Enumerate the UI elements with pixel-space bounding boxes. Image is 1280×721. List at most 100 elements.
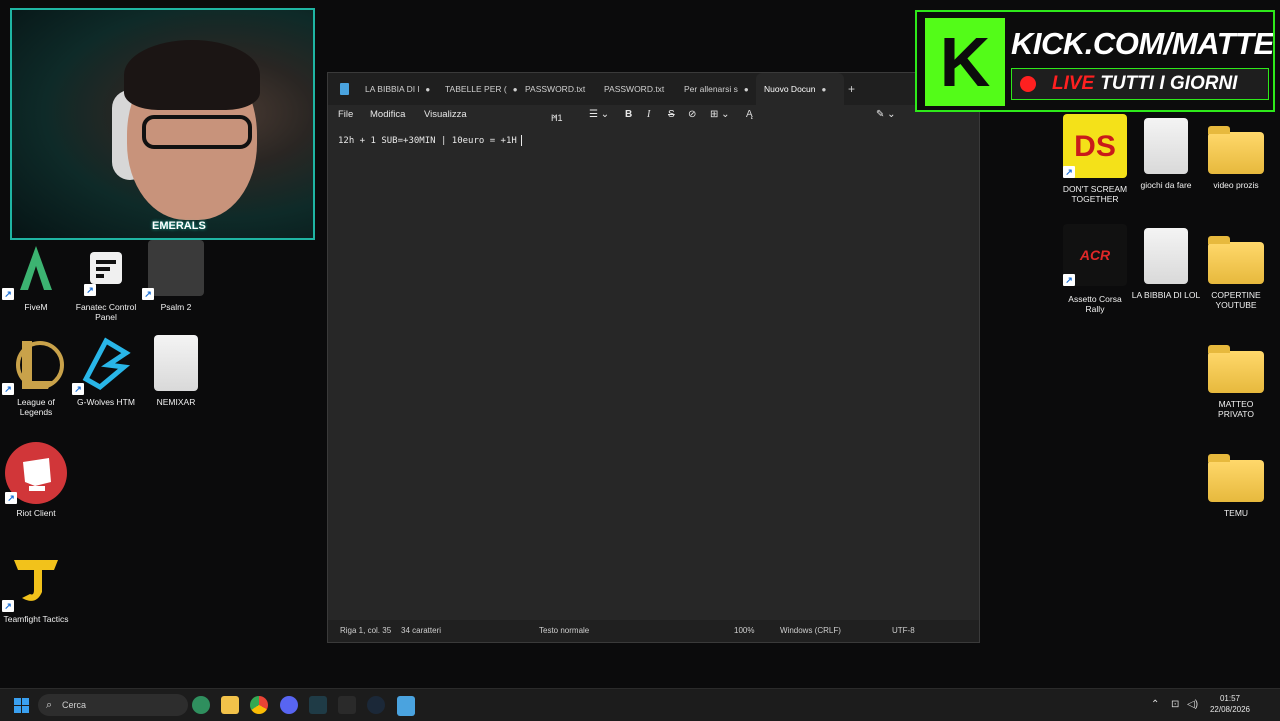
file-icon: [1144, 118, 1188, 174]
desktop-icon-label: TEMU: [1223, 508, 1249, 518]
folder-icon: [1208, 126, 1264, 174]
live-dot-icon: [1020, 76, 1036, 92]
desktop-icon-tft[interactable]: ↗ Teamfight Tactics: [0, 552, 72, 624]
gwolves-icon: ↗: [72, 335, 134, 395]
text-editor[interactable]: 12h + 1 SUB=+30MIN | 10euro = +1H: [328, 127, 979, 620]
resolve-icon[interactable]: [338, 696, 356, 714]
desktop-folder-video-prozis[interactable]: video prozis: [1200, 118, 1272, 190]
tab-nuovo-documento[interactable]: Nuovo Docun ●: [756, 73, 844, 105]
chrome-icon[interactable]: [250, 696, 268, 714]
status-text-style[interactable]: Testo normale: [539, 626, 589, 635]
discord-icon[interactable]: [280, 696, 298, 714]
desktop-icon-gwolves[interactable]: ↗ G-Wolves HTM: [70, 335, 142, 407]
desktop-icon-label: video prozis: [1213, 180, 1259, 190]
copilot-taskbar-icon[interactable]: [192, 696, 210, 714]
desktop-icon-fivem[interactable]: ↗ FiveM: [0, 240, 72, 312]
app-icon[interactable]: [309, 696, 327, 714]
menu-modifica[interactable]: Modifica: [370, 109, 405, 120]
clear-format-icon[interactable]: Ą: [746, 109, 753, 120]
fanatec-icon: ↗: [84, 252, 122, 296]
system-clock[interactable]: 01:57 22/08/2026: [1204, 693, 1256, 715]
status-zoom[interactable]: 100%: [734, 626, 754, 635]
folder-icon: [1208, 236, 1264, 284]
copilot-icon[interactable]: ✎ ⌄: [876, 109, 896, 120]
desktop-icon-label: Teamfight Tactics: [3, 614, 69, 624]
table-icon[interactable]: ⊞ ⌄: [710, 109, 730, 120]
file-explorer-icon[interactable]: [221, 696, 239, 714]
status-line-ending[interactable]: Windows (CRLF): [780, 626, 841, 635]
taskbar-search[interactable]: ⌕ Cerca: [38, 694, 188, 716]
desktop-icon-label: MATTEO PRIVATO: [1218, 399, 1254, 419]
tft-icon: ↗: [2, 552, 64, 612]
desktop-folder-matteo-privato[interactable]: MATTEO PRIVATO: [1200, 337, 1272, 419]
network-icon[interactable]: ⊡: [1171, 699, 1179, 710]
clock-date: 22/08/2026: [1209, 705, 1251, 714]
banner-url: KICK.COM/MATTEOHS: [1011, 26, 1274, 61]
psalm-icon: ↗: [142, 240, 204, 300]
text-caret: [520, 135, 522, 146]
notepad-taskbar-icon[interactable]: [397, 696, 415, 716]
link-icon[interactable]: ⊘: [688, 109, 696, 120]
desktop-icon-label: NEMIXAR: [156, 397, 196, 407]
list-icon[interactable]: ☰ ⌄: [589, 109, 609, 120]
tab-password-1[interactable]: PASSWORD.txt: [525, 73, 597, 105]
desktop-icon-psalm[interactable]: ↗ Psalm 2: [140, 240, 212, 312]
search-placeholder: Cerca: [62, 700, 87, 710]
steam-icon[interactable]: [367, 696, 385, 714]
modified-dot-icon: ●: [743, 85, 749, 94]
desktop-icon-assetto[interactable]: ACR ↗ Assetto Corsa Rally: [1058, 224, 1132, 314]
menu-visualizza[interactable]: Visualizza: [424, 109, 467, 120]
desktop-icon-giochi[interactable]: giochi da fare: [1130, 118, 1202, 190]
desktop-icon-fanatec[interactable]: ↗ Fanatec Control Panel: [70, 240, 142, 322]
tab-bibbia[interactable]: LA BIBBIA DI l ●: [365, 73, 437, 105]
emerals-badge: EMERALS: [152, 220, 206, 232]
desktop-icon-league[interactable]: ↗ League of Legends: [0, 335, 72, 417]
desktop-icon-label: Assetto Corsa Rally: [1068, 294, 1122, 314]
desktop-icon-riot[interactable]: ↗ Riot Client: [0, 442, 72, 518]
desktop-icon-label: Fanatec Control Panel: [75, 302, 137, 322]
editor-content[interactable]: 12h + 1 SUB=+30MIN | 10euro = +1H: [338, 135, 522, 146]
status-encoding[interactable]: UTF-8: [892, 626, 915, 635]
strikethrough-icon[interactable]: S: [668, 109, 675, 120]
menu-file[interactable]: File: [338, 109, 353, 120]
file-icon: [154, 335, 198, 391]
desktop-icon-bibbia-lol[interactable]: LA BIBBIA DI LOL: [1130, 228, 1202, 300]
streamer-hair: [124, 40, 260, 110]
bold-icon[interactable]: B: [625, 109, 632, 120]
desktop-icon-nemixar[interactable]: NEMIXAR: [140, 335, 212, 407]
folder-icon: [1208, 345, 1264, 393]
clock-time: 01:57: [1219, 694, 1241, 703]
desktop-folder-temu[interactable]: TEMU: [1200, 446, 1272, 518]
modified-dot-icon: ●: [821, 85, 827, 94]
folder-icon: [1208, 454, 1264, 502]
glasses: [142, 115, 252, 149]
taskbar: ⌕ Cerca ⌃ ⊡ ◁) 01:57 22/08/2026: [0, 688, 1280, 721]
tray-chevron-icon[interactable]: ⌃: [1151, 699, 1159, 710]
desktop-icon-label: giochi da fare: [1140, 180, 1192, 190]
tab-tabelle[interactable]: TABELLE PER (●: [445, 73, 517, 105]
desktop-icon-label: LA BIBBIA DI LOL: [1131, 290, 1201, 300]
italic-icon[interactable]: I: [647, 109, 650, 120]
riot-icon: ↗: [5, 442, 67, 504]
banner-live-line: LIVE TUTTI I GIORNI: [1011, 68, 1269, 100]
notepad-icon: [340, 83, 349, 95]
modified-dot-icon: ●: [425, 85, 431, 94]
tab-bar: LA BIBBIA DI l ● TABELLE PER (● PASSWORD.…: [328, 73, 979, 105]
status-position: Riga 1, col. 35: [340, 626, 392, 635]
kick-banner: K KICK.COM/MATTEOHS LIVETUTTI I GIORNI: [915, 10, 1275, 112]
tab-per-allenarsi[interactable]: Per allenarsi s ●: [684, 73, 756, 105]
volume-icon[interactable]: ◁): [1187, 699, 1198, 710]
svg-text:DS: DS: [1074, 130, 1116, 163]
windows-start-icon[interactable]: [14, 698, 29, 713]
desktop-icon-dont-scream[interactable]: DS ↗ DON'T SCREAM TOGETHER: [1058, 114, 1132, 204]
desktop-icon-label: Riot Client: [16, 508, 56, 518]
status-bar: Riga 1, col. 35 34 caratteri Testo norma…: [328, 620, 979, 642]
desktop-icon-label: DON'T SCREAM TOGETHER: [1062, 184, 1128, 204]
desktop-folder-copertine[interactable]: COPERTINE YOUTUBE: [1200, 228, 1272, 310]
tab-password-2[interactable]: PASSWORD.txt: [604, 73, 676, 105]
heading-dropdown[interactable]: H1 ⌄: [551, 109, 563, 123]
desktop-icon-label: COPERTINE YOUTUBE: [1211, 290, 1261, 310]
new-tab-button[interactable]: +: [848, 73, 862, 105]
search-icon: ⌕: [46, 699, 53, 711]
banner-live-label: LIVE: [1052, 73, 1095, 94]
